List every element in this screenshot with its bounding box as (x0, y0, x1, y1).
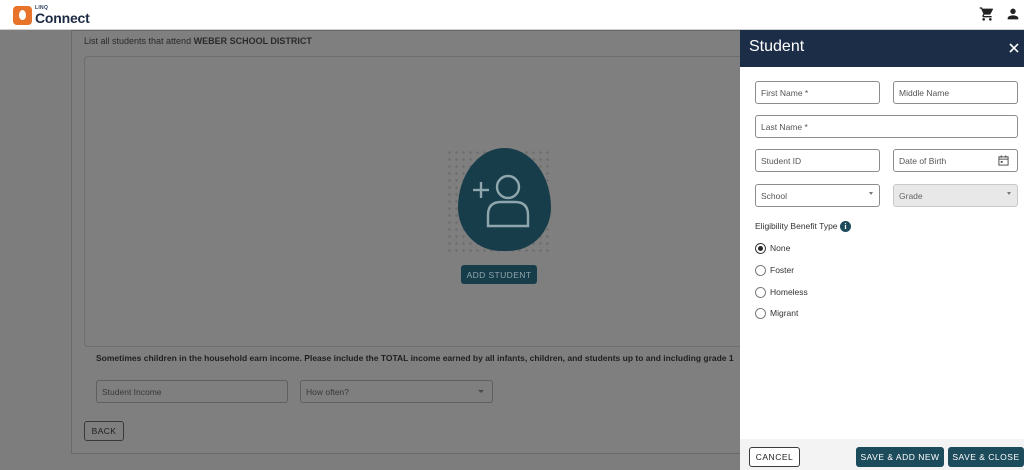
radio-option-none[interactable]: None (755, 242, 790, 254)
last-name-field[interactable]: Last Name * (755, 115, 1018, 138)
date-of-birth-field[interactable]: Date of Birth (893, 149, 1018, 172)
save-and-close-button[interactable]: SAVE & CLOSE (948, 447, 1024, 467)
drawer-header: Student (740, 30, 1024, 67)
student-drawer: Student First Name * Middle Name Last Na… (740, 30, 1024, 470)
income-instruction: Sometimes children in the household earn… (96, 353, 734, 363)
shopping-cart-icon[interactable] (979, 6, 995, 22)
radio-button[interactable] (755, 307, 766, 319)
date-of-birth-placeholder: Date of Birth (899, 156, 947, 166)
flame-logo-icon (13, 5, 32, 25)
list-prefix: List all students that attend (84, 36, 194, 46)
grade-select: Grade (893, 184, 1018, 207)
radio-option-migrant[interactable]: Migrant (755, 307, 798, 319)
close-icon[interactable] (1007, 41, 1021, 55)
radio-button[interactable] (755, 242, 766, 254)
radio-label: Migrant (770, 308, 799, 318)
drawer-title: Student (749, 38, 805, 55)
dropdown-caret-icon (869, 192, 873, 195)
school-placeholder: School (761, 191, 787, 201)
radio-option-homeless[interactable]: Homeless (755, 286, 808, 298)
radio-label: Homeless (770, 287, 808, 297)
calendar-icon[interactable] (998, 155, 1009, 166)
district-name: WEBER SCHOOL DISTRICT (193, 36, 312, 46)
radio-option-foster[interactable]: Foster (755, 264, 794, 276)
top-bar: LINQ Connect (0, 0, 1024, 30)
cancel-button[interactable]: CANCEL (749, 447, 800, 467)
middle-name-field[interactable]: Middle Name (893, 81, 1018, 104)
drawer-footer: CANCEL SAVE & ADD NEW SAVE & CLOSE (740, 439, 1024, 470)
student-id-field[interactable]: Student ID (755, 149, 880, 172)
logo-name: Connect (35, 9, 90, 26)
save-and-add-new-button[interactable]: SAVE & ADD NEW (856, 447, 944, 467)
student-list-area (84, 56, 764, 347)
how-often-select[interactable]: How often? (300, 380, 493, 403)
dropdown-caret-icon (478, 390, 484, 393)
info-icon[interactable]: i (840, 221, 851, 232)
radio-label: None (770, 243, 791, 253)
list-students-text: List all students that attend WEBER SCHO… (84, 36, 312, 46)
app-logo[interactable]: LINQ Connect (13, 4, 90, 26)
grade-placeholder: Grade (899, 191, 923, 201)
radio-button[interactable] (755, 286, 766, 298)
eligibility-label: Eligibility Benefit Type (755, 221, 838, 231)
first-name-field[interactable]: First Name * (755, 81, 880, 104)
radio-button[interactable] (755, 264, 766, 276)
how-often-placeholder: How often? (306, 387, 349, 397)
account-icon[interactable] (1005, 6, 1021, 22)
add-user-icon (473, 174, 530, 228)
dropdown-caret-icon (1007, 192, 1011, 195)
back-button[interactable]: BACK (84, 421, 124, 441)
student-income-input[interactable]: Student Income (96, 380, 288, 403)
school-select[interactable]: School (755, 184, 880, 207)
radio-label: Foster (770, 265, 795, 275)
add-student-button[interactable]: ADD STUDENT (461, 265, 537, 284)
